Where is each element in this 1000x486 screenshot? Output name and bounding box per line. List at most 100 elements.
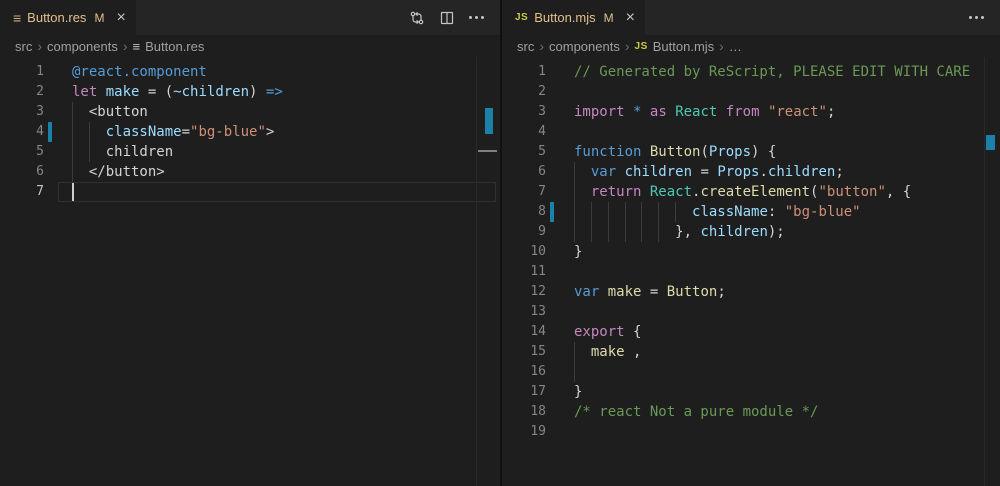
- line-number[interactable]: 4: [0, 122, 44, 142]
- code-line[interactable]: 19: [502, 422, 1000, 442]
- code-line[interactable]: 9 }, children);: [502, 222, 1000, 242]
- code-line[interactable]: 18 /* react Not a pure module */: [502, 402, 1000, 422]
- line-number[interactable]: 6: [0, 162, 44, 182]
- tab-label: Button.mjs: [534, 10, 595, 25]
- code-token: createElement: [700, 184, 810, 200]
- code-token: =: [182, 124, 190, 140]
- git-modified-gutter-marker: [550, 202, 554, 222]
- line-number[interactable]: 10: [502, 242, 546, 262]
- breadcrumb-item-components[interactable]: components: [47, 39, 118, 54]
- indent-guide: [658, 222, 659, 242]
- code-line[interactable]: 1// Generated by ReScript, PLEASE EDIT W…: [502, 62, 1000, 82]
- code-token: children: [625, 164, 692, 180]
- code-token: var: [591, 164, 616, 180]
- tab-button-mjs[interactable]: JS Button.mjs M ×: [502, 0, 645, 35]
- chevron-right-icon: ›: [37, 39, 42, 53]
- code-line[interactable]: 3 <button: [0, 102, 500, 122]
- chevron-right-icon: ›: [123, 39, 128, 53]
- code-line[interactable]: 5 function Button(Props) {: [502, 142, 1000, 162]
- overview-ruler-modified-marker: [986, 135, 995, 150]
- open-changes-icon[interactable]: [409, 10, 425, 26]
- line-number[interactable]: 7: [502, 182, 546, 202]
- more-actions-icon[interactable]: [969, 16, 984, 19]
- code-line[interactable]: 4: [502, 122, 1000, 142]
- code-token: [574, 164, 591, 180]
- breadcrumb-item-src[interactable]: src: [517, 39, 534, 54]
- code-text: [574, 302, 1000, 322]
- code-line[interactable]: 12var make = Button;: [502, 282, 1000, 302]
- code-line[interactable]: 15 make ,: [502, 342, 1000, 362]
- code-token: },: [574, 224, 700, 240]
- code-line[interactable]: 11: [502, 262, 1000, 282]
- code-token: className: [692, 204, 768, 220]
- breadcrumb-item-file[interactable]: Button.res: [145, 39, 204, 54]
- code-line[interactable]: 3import * as React from "react";: [502, 102, 1000, 122]
- code-line[interactable]: 2: [502, 82, 1000, 102]
- code-line[interactable]: 8 className: "bg-blue": [502, 202, 1000, 222]
- indent-guide: [89, 142, 90, 162]
- breadcrumb-item-src[interactable]: src: [15, 39, 32, 54]
- line-number[interactable]: 16: [502, 362, 546, 382]
- breadcrumb-item-more[interactable]: …: [729, 39, 742, 54]
- line-number[interactable]: 2: [502, 82, 546, 102]
- code-token: children: [72, 144, 173, 160]
- breadcrumb-item-file[interactable]: Button.mjs: [653, 39, 714, 54]
- line-number[interactable]: 1: [0, 62, 44, 82]
- code-token: [625, 104, 633, 120]
- indent-guide: [641, 202, 642, 222]
- code-token: [574, 344, 591, 360]
- line-number[interactable]: 3: [502, 102, 546, 122]
- line-number[interactable]: 2: [0, 82, 44, 102]
- line-number[interactable]: 19: [502, 422, 546, 442]
- code-line[interactable]: 7 return React.createElement("button", {: [502, 182, 1000, 202]
- code-token: make: [591, 344, 625, 360]
- code-token: [616, 164, 624, 180]
- overview-ruler-border: [476, 57, 477, 486]
- tab-button-res[interactable]: ≡ Button.res M ×: [0, 0, 136, 35]
- line-number[interactable]: 17: [502, 382, 546, 402]
- line-number[interactable]: 1: [502, 62, 546, 82]
- code-line[interactable]: 10}: [502, 242, 1000, 262]
- line-number[interactable]: 12: [502, 282, 546, 302]
- code-line[interactable]: 6 var children = Props.children;: [502, 162, 1000, 182]
- code-token: ): [249, 84, 266, 100]
- code-token: );: [768, 224, 785, 240]
- code-line[interactable]: 16: [502, 362, 1000, 382]
- code-line[interactable]: 6 </button>: [0, 162, 500, 182]
- line-number[interactable]: 14: [502, 322, 546, 342]
- line-number[interactable]: 6: [502, 162, 546, 182]
- indent-guide: [625, 222, 626, 242]
- line-number[interactable]: 3: [0, 102, 44, 122]
- code-line[interactable]: 5 children: [0, 142, 500, 162]
- close-icon[interactable]: ×: [116, 10, 125, 26]
- line-number[interactable]: 9: [502, 222, 546, 242]
- code-line[interactable]: 14export {: [502, 322, 1000, 342]
- more-actions-icon[interactable]: [469, 16, 484, 19]
- line-number[interactable]: 7: [0, 182, 44, 202]
- code-line[interactable]: 7: [0, 182, 500, 202]
- line-number[interactable]: 8: [502, 202, 546, 222]
- code-text: function Button(Props) {: [574, 142, 1000, 162]
- breadcrumb-item-components[interactable]: components: [549, 39, 620, 54]
- close-icon[interactable]: ×: [626, 10, 635, 26]
- split-editor-icon[interactable]: [439, 10, 455, 26]
- code-token: return: [591, 184, 642, 200]
- code-token: [97, 84, 105, 100]
- code-line[interactable]: 4 className="bg-blue">: [0, 122, 500, 142]
- line-number[interactable]: 13: [502, 302, 546, 322]
- line-number[interactable]: 11: [502, 262, 546, 282]
- indent-guide: [591, 202, 592, 222]
- code-line[interactable]: 1@react.component: [0, 62, 500, 82]
- line-number[interactable]: 5: [502, 142, 546, 162]
- line-number[interactable]: 18: [502, 402, 546, 422]
- line-number[interactable]: 15: [502, 342, 546, 362]
- code-text: /* react Not a pure module */: [574, 402, 1000, 422]
- javascript-file-icon: JS: [515, 12, 528, 23]
- code-token: Props: [709, 144, 751, 160]
- line-number[interactable]: 5: [0, 142, 44, 162]
- code-line[interactable]: 2let make = (~children) =>: [0, 82, 500, 102]
- code-token: [574, 184, 591, 200]
- line-number[interactable]: 4: [502, 122, 546, 142]
- code-line[interactable]: 13: [502, 302, 1000, 322]
- code-line[interactable]: 17}: [502, 382, 1000, 402]
